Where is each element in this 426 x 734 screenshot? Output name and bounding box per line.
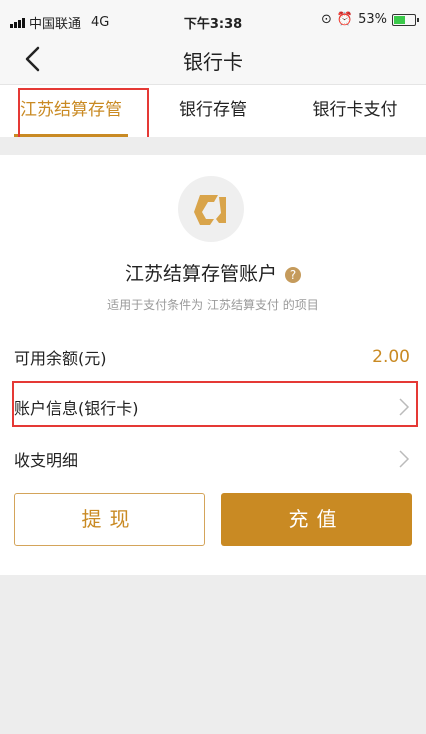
section-divider	[0, 137, 426, 155]
tab-bank-card-payment[interactable]: 银行卡支付	[284, 85, 426, 137]
alarm-icon: ⏰	[336, 12, 354, 27]
account-title: 江苏结算存管账户?	[0, 259, 426, 286]
transactions-row[interactable]: 收支明细	[0, 435, 426, 483]
account-info-highlight-box	[12, 381, 418, 427]
tab-label: 银行卡支付	[312, 100, 398, 120]
tab-bank-custody[interactable]: 银行存管	[142, 85, 284, 137]
battery-icon	[392, 13, 419, 26]
chevron-right-icon	[399, 450, 410, 468]
recharge-button[interactable]: 充值	[221, 493, 412, 546]
tab-label: 银行存管	[179, 100, 247, 120]
bank-logo	[178, 176, 244, 242]
withdraw-button[interactable]: 提现	[14, 493, 205, 546]
balance-label: 可用余额(元)	[14, 349, 107, 368]
nav-bar: 银行卡	[0, 36, 426, 85]
battery-percent: 53%	[358, 12, 387, 27]
battery-level-fill	[394, 15, 405, 24]
orientation-lock-icon: ⊙	[321, 12, 332, 27]
tab-highlight-box	[18, 88, 149, 142]
transactions-label: 收支明细	[14, 451, 79, 470]
account-card: 江苏结算存管账户? 适用于支付条件为 江苏结算支付 的项目 可用余额(元) 2.…	[0, 155, 426, 575]
balance-row: 可用余额(元) 2.00	[0, 333, 426, 381]
bank-logo-mark	[194, 195, 226, 225]
status-right: ⊙ ⏰ 53%	[321, 12, 419, 27]
account-description: 适用于支付条件为 江苏结算支付 的项目	[107, 298, 319, 312]
page-title: 银行卡	[183, 50, 243, 74]
help-icon[interactable]: ?	[285, 266, 301, 283]
balance-value: 2.00	[372, 347, 410, 367]
account-name: 江苏结算存管账户	[124, 263, 277, 285]
